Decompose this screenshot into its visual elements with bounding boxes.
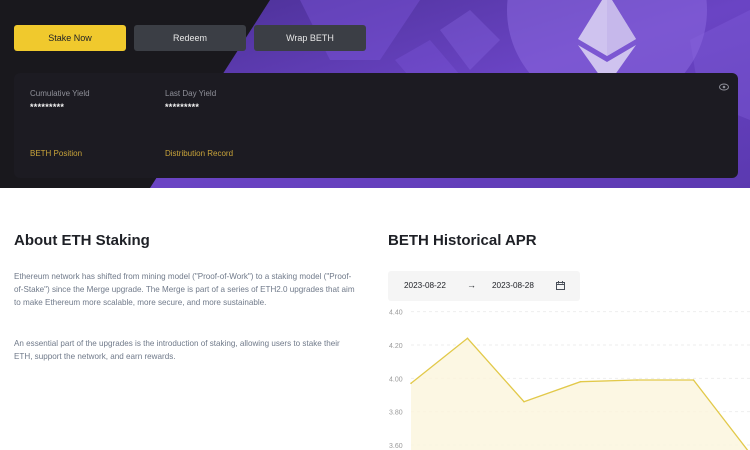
apr-point xyxy=(692,379,695,381)
eye-icon[interactable] xyxy=(719,83,729,91)
y-tick-label: 3.60 xyxy=(389,443,403,450)
arrow-right-icon: → xyxy=(467,280,476,290)
apr-point xyxy=(410,382,412,385)
apr-point xyxy=(523,400,525,403)
apr-area xyxy=(411,338,750,450)
calendar-icon[interactable] xyxy=(556,281,565,290)
about-paragraph-1: Ethereum network has shifted from mining… xyxy=(14,272,355,307)
cumulative-yield-value: ********* xyxy=(30,102,65,112)
staking-stats-card: Cumulative Yield ********* Last Day Yiel… xyxy=(14,73,738,178)
end-date[interactable]: 2023-08-28 xyxy=(492,281,534,290)
last-day-yield-label: Last Day Yield xyxy=(165,89,217,98)
apr-chart: 4.40 4.20 4.00 3.80 3.60 xyxy=(389,310,750,450)
stake-now-button[interactable]: Stake Now xyxy=(14,25,126,51)
redeem-button[interactable]: Redeem xyxy=(134,25,246,51)
distribution-record-link[interactable]: Distribution Record xyxy=(165,149,233,158)
cumulative-yield-label: Cumulative Yield xyxy=(30,89,90,98)
y-tick-label: 4.20 xyxy=(389,343,403,350)
beth-position-link[interactable]: BETH Position xyxy=(30,149,82,158)
about-paragraph-2: An essential part of the upgrades is the… xyxy=(14,339,340,361)
y-tick-label: 3.80 xyxy=(389,410,403,417)
apr-point xyxy=(466,337,469,340)
y-tick-label: 4.40 xyxy=(389,310,403,317)
beth-historical-apr-title: BETH Historical APR xyxy=(388,232,537,249)
start-date[interactable]: 2023-08-22 xyxy=(404,281,446,290)
y-tick-label: 4.00 xyxy=(389,376,403,383)
staking-hero: Stake Now Redeem Wrap BETH Cumulative Yi… xyxy=(0,0,750,188)
apr-point xyxy=(636,379,638,381)
apr-point xyxy=(579,380,582,383)
last-day-yield-value: ********* xyxy=(165,102,200,112)
about-eth-staking-title: About ETH Staking xyxy=(14,232,150,249)
date-range-picker[interactable]: 2023-08-22 → 2023-08-28 xyxy=(388,271,580,301)
wrap-beth-button[interactable]: Wrap BETH xyxy=(254,25,366,51)
